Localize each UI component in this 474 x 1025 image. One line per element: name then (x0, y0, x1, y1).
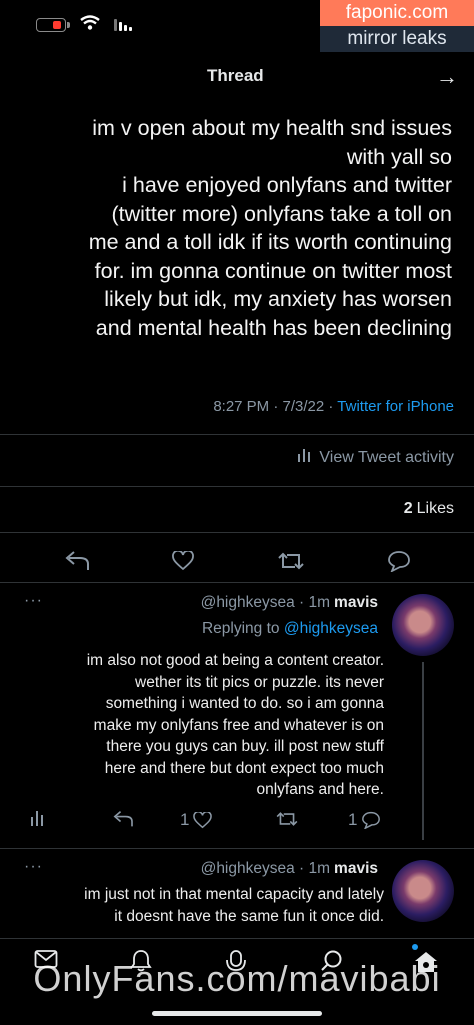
share-icon[interactable] (112, 810, 134, 828)
notification-dot (412, 944, 418, 950)
reply-tweet[interactable]: ··· @highkeysea · 1m mavis Replying to @h… (0, 582, 474, 844)
heart-icon[interactable] (168, 546, 198, 576)
reply-author: @highkeysea · 1m mavis (201, 594, 378, 612)
status-bar (36, 10, 132, 40)
reply-line: im also not good at being a content crea… (86, 652, 384, 669)
onlyfans-watermark: OnlyFans.com/mavibabi (33, 958, 441, 999)
thread-screen: faponic.com mirror leaks Thread → im v o… (0, 0, 474, 1025)
watermark-line-1: faponic.com (320, 0, 474, 26)
replying-label: Replying to (201, 620, 284, 637)
reply-body: im also not good at being a content crea… (30, 650, 384, 801)
retweet-icon[interactable] (276, 546, 306, 576)
replying-to: Replying to @highkeysea (202, 620, 378, 638)
tweet-timestamp: 8:27 PM · 7/3/22 · (213, 398, 338, 415)
tweet-meta: 8:27 PM · 7/3/22 · Twitter for iPhone (213, 398, 454, 415)
wifi-icon (80, 14, 100, 36)
reply-like-button[interactable]: 1 (180, 810, 213, 830)
arrow-icon[interactable]: → (436, 64, 458, 90)
reply-line: it doesnt have the same fun it once did. (114, 907, 384, 925)
likes-label: Likes (416, 500, 454, 517)
more-options-icon[interactable]: ··· (24, 592, 43, 610)
tweet-activity-label: View Tweet activity (319, 448, 454, 466)
reply-line: there you guys can buy. ill post new stu… (106, 738, 384, 755)
reply-action-bar: 1 1 (30, 810, 384, 836)
tweet-line: likely but idk, my anxiety has worsen (104, 287, 452, 311)
retweet-icon[interactable] (276, 810, 298, 828)
page-title: Thread (207, 66, 264, 85)
battery-icon (36, 18, 70, 32)
divider (0, 434, 474, 435)
bar-chart-icon (297, 448, 311, 467)
tweet-line: with yall so (346, 144, 452, 169)
tweet-body: im v open about my health snd issues wit… (22, 114, 452, 342)
tweet-activity-row[interactable]: View Tweet activity (297, 448, 454, 467)
tweet-line: me and a toll idk if its worth continuin… (88, 230, 452, 254)
divider (0, 532, 474, 533)
reply-line: here and there but dont expect too much (104, 759, 384, 777)
tweet-action-bar (0, 540, 474, 580)
avatar[interactable] (392, 594, 454, 656)
home-indicator (152, 1011, 322, 1016)
site-watermark: faponic.com mirror leaks (320, 0, 474, 52)
reply-line: something i wanted to do. so i am gonna (105, 695, 384, 712)
tweet-line: im v open about my health snd issues (92, 116, 452, 140)
thread-connector (422, 662, 424, 840)
reply-tweet[interactable]: ··· @highkeysea · 1m mavis im just not in… (0, 848, 474, 938)
tweet-line: and mental health has been declining (95, 315, 452, 340)
share-icon[interactable] (62, 546, 92, 576)
reply-display-name: mavis (334, 594, 378, 611)
replying-handle-link[interactable]: @highkeysea (284, 620, 378, 637)
comment-icon (362, 811, 381, 829)
reply-handle: @highkeysea · 1m (200, 860, 331, 877)
heart-icon (193, 811, 213, 828)
reply-handle: @highkeysea · 1m (200, 594, 331, 611)
reply-author: @highkeysea · 1m mavis (201, 860, 378, 878)
comment-icon[interactable] (384, 546, 414, 576)
watermark-line-2: mirror leaks (320, 26, 474, 52)
tweet-line: for. im gonna continue on twitter most (94, 258, 452, 283)
likes-count: 2 (403, 500, 413, 517)
tweet-source-link[interactable]: Twitter for iPhone (337, 398, 454, 415)
bar-chart-icon[interactable] (30, 810, 44, 826)
tweet-line: (twitter more) onlyfans take a toll on (111, 201, 452, 226)
reply-body: im just not in that mental capacity and … (30, 884, 384, 927)
reply-line: wether its tit pics or puzzle. its never (135, 673, 384, 691)
avatar[interactable] (392, 860, 454, 922)
reply-like-count: 1 (180, 810, 190, 829)
reply-line: onlyfans and here. (256, 781, 384, 798)
reply-comment-button[interactable]: 1 (348, 810, 381, 830)
thread-header: Thread → (0, 60, 474, 94)
more-options-icon[interactable]: ··· (24, 858, 43, 876)
reply-display-name: mavis (334, 860, 378, 877)
likes-count-row[interactable]: 2 Likes (404, 500, 454, 518)
cellular-signal-icon (114, 19, 132, 31)
tweet-line: i have enjoyed onlyfans and twitter (122, 173, 452, 197)
reply-line: im just not in that mental capacity and … (84, 886, 384, 903)
reply-line: make my onlyfans free and whatever is on (93, 716, 384, 734)
reply-comment-count: 1 (348, 810, 358, 829)
divider (0, 486, 474, 487)
